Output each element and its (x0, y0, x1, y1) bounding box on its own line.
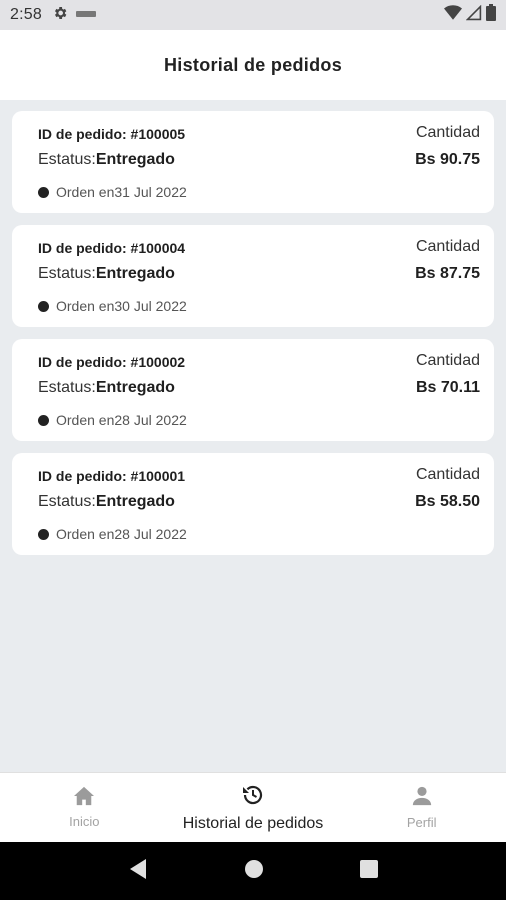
person-icon (411, 785, 433, 812)
nav-item-historial[interactable]: Historial de pedidos (169, 773, 338, 842)
quantity-label: Cantidad (415, 466, 480, 483)
order-amount: Bs 87.75 (415, 265, 480, 282)
order-card[interactable]: ID de pedido: #100004 Estatus:Entregado … (12, 225, 494, 327)
status-value: Entregado (95, 493, 175, 510)
wifi-icon (444, 4, 462, 26)
status-value: Entregado (95, 151, 175, 168)
order-amount: Bs 58.50 (415, 493, 480, 510)
status-label: Estatus: (38, 265, 96, 282)
order-date: Orden en28 Jul 2022 (38, 412, 187, 428)
order-status: Estatus:Entregado (38, 493, 175, 511)
quantity-label: Cantidad (415, 124, 480, 141)
dot-icon (38, 414, 49, 426)
status-time: 2:58 (10, 6, 42, 23)
order-card[interactable]: ID de pedido: #100001 Estatus:Entregado … (12, 453, 494, 555)
order-card[interactable]: ID de pedido: #100002 Estatus:Entregado … (12, 339, 494, 441)
battery-icon (486, 4, 496, 26)
status-value: Entregado (95, 379, 175, 396)
dot-icon (38, 300, 49, 312)
order-date-text: Orden en31 Jul 2022 (56, 184, 187, 200)
order-date: Orden en31 Jul 2022 (38, 184, 187, 200)
home-circle-icon[interactable] (244, 859, 264, 884)
settings-icon (52, 5, 68, 26)
nav-item-inicio[interactable]: Inicio (0, 773, 169, 842)
history-icon (241, 783, 265, 812)
dot-icon (38, 186, 49, 198)
order-status: Estatus:Entregado (38, 151, 175, 169)
order-date-text: Orden en28 Jul 2022 (56, 526, 187, 542)
nav-item-perfil[interactable]: Perfil (337, 773, 506, 842)
back-icon[interactable] (128, 858, 148, 885)
bottom-navigation: Inicio Historial de pedidos Perfil (0, 772, 506, 842)
app-bar: Historial de pedidos (0, 30, 506, 100)
order-id: ID de pedido: #100005 (38, 126, 186, 142)
system-navigation-bar (0, 842, 506, 900)
order-amount: Bs 70.11 (415, 379, 480, 396)
nav-label: Inicio (69, 814, 100, 829)
order-date: Orden en28 Jul 2022 (38, 526, 187, 542)
recents-icon[interactable] (360, 859, 378, 883)
notification-icon (75, 6, 96, 24)
status-bar: 2:58 (0, 0, 506, 30)
signal-icon (465, 4, 482, 26)
quantity-label: Cantidad (415, 238, 480, 255)
order-date-text: Orden en30 Jul 2022 (56, 298, 187, 314)
home-icon (73, 786, 95, 811)
order-card[interactable]: ID de pedido: #100005 Estatus:Entregado … (12, 111, 494, 213)
status-value: Entregado (95, 265, 175, 282)
order-date-text: Orden en28 Jul 2022 (56, 412, 187, 428)
status-label: Estatus: (38, 493, 96, 510)
dot-icon (38, 528, 49, 540)
order-id: ID de pedido: #100002 (38, 354, 186, 370)
nav-label: Historial de pedidos (182, 814, 324, 832)
nav-label: Perfil (406, 815, 437, 830)
status-label: Estatus: (38, 151, 96, 168)
quantity-label: Cantidad (415, 352, 480, 369)
status-label: Estatus: (38, 379, 96, 396)
order-id: ID de pedido: #100004 (38, 240, 186, 256)
order-amount: Bs 90.75 (415, 151, 480, 168)
page-title: Historial de pedidos (163, 54, 343, 75)
order-date: Orden en30 Jul 2022 (38, 298, 187, 314)
order-id: ID de pedido: #100001 (38, 468, 186, 484)
order-list: ID de pedido: #100005 Estatus:Entregado … (0, 100, 506, 772)
order-status: Estatus:Entregado (38, 265, 175, 283)
order-status: Estatus:Entregado (38, 379, 175, 397)
